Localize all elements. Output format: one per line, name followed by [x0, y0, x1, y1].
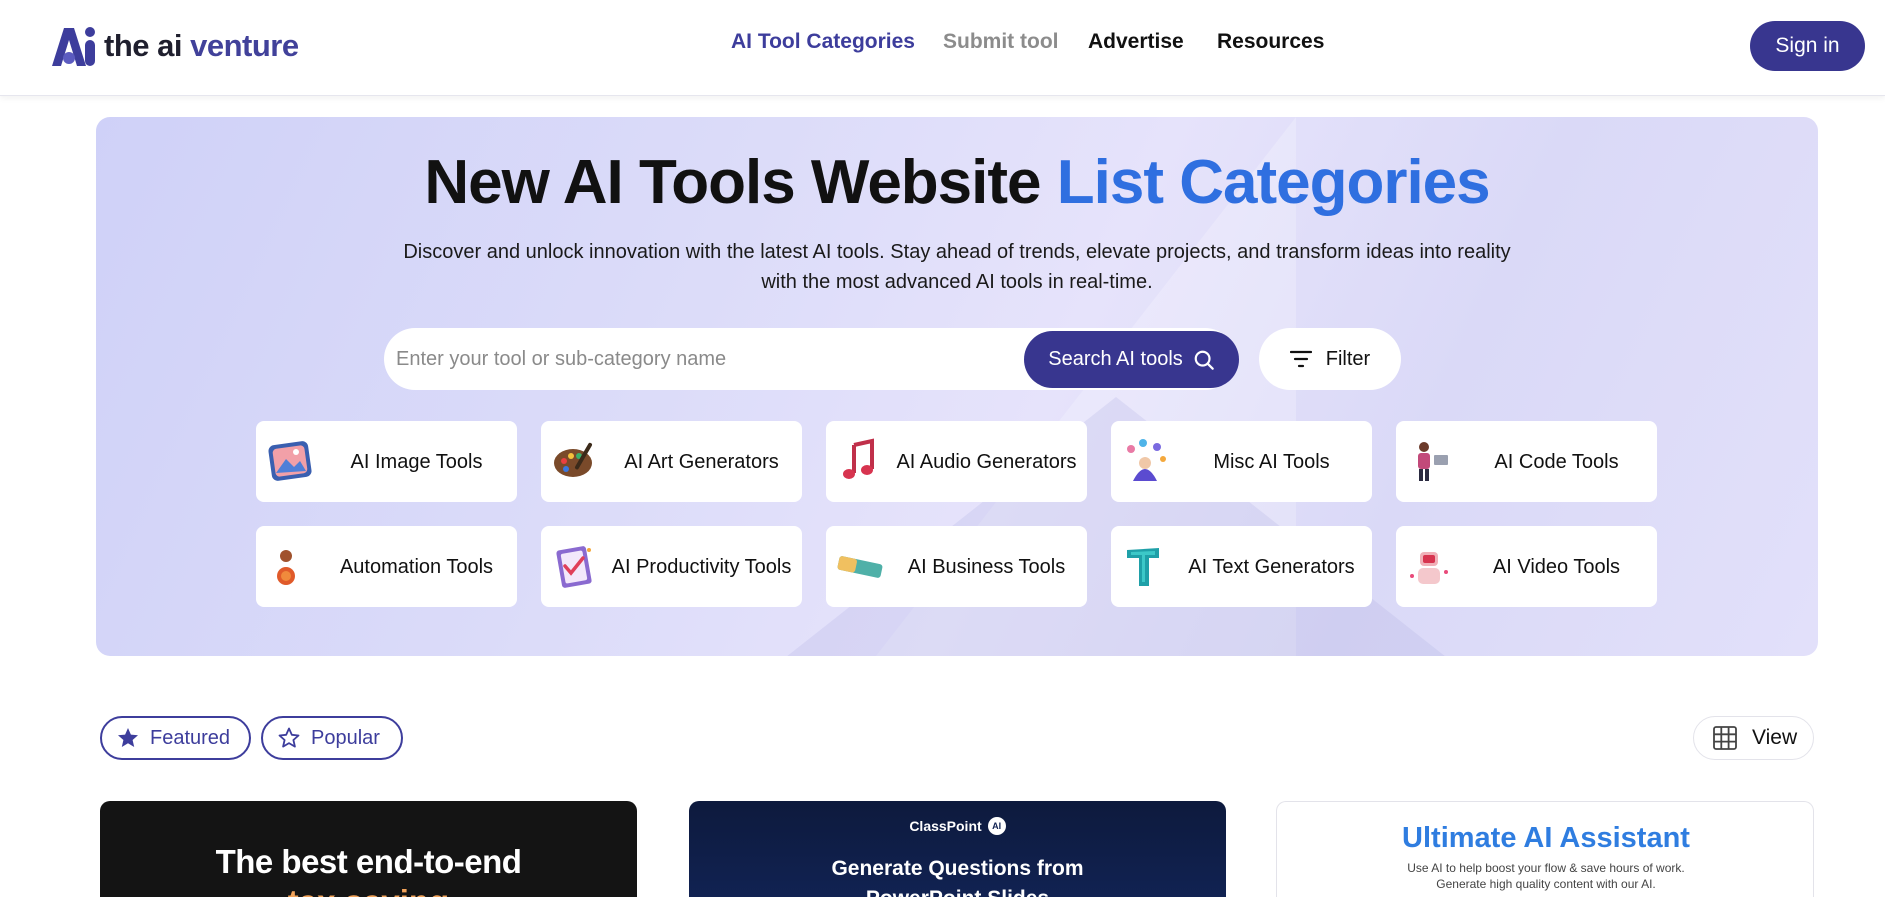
- nav-ai-tool-categories[interactable]: AI Tool Categories: [731, 30, 915, 62]
- category-label: Automation Tools: [339, 555, 494, 578]
- category-label: AI Business Tools: [907, 555, 1066, 578]
- category-card-ai-video-tools[interactable]: AI Video Tools: [1396, 526, 1657, 607]
- grid-icon: [1713, 726, 1737, 750]
- filter-icon: [1289, 350, 1312, 368]
- palette-icon: [554, 442, 592, 477]
- nav-advertise[interactable]: Advertise: [1088, 30, 1184, 62]
- tool-card-subline: Use AI to help boost your flow & save ho…: [1407, 861, 1685, 891]
- view-toggle-button[interactable]: View: [1693, 716, 1814, 760]
- star-filled-icon: [118, 728, 138, 747]
- category-card-ai-business-tools[interactable]: AI Business Tools: [826, 526, 1087, 607]
- music-note-icon: [843, 438, 874, 479]
- category-card-ai-art-generators[interactable]: AI Art Generators: [541, 421, 802, 502]
- tab-label: Popular: [311, 726, 380, 749]
- tab-label: Featured: [150, 726, 231, 749]
- search-button-label: Search AI tools: [1048, 348, 1183, 370]
- site-header: the ai venture AI Tool Categories Submit…: [0, 0, 1885, 96]
- tab-featured[interactable]: Featured: [100, 716, 251, 760]
- ai-badge: AI: [987, 817, 1006, 835]
- tool-card[interactable]: ClassPoint AI Generate Questions from Po…: [689, 801, 1226, 897]
- category-card-ai-code-tools[interactable]: AI Code Tools: [1396, 421, 1657, 502]
- tool-card-headline: Generate Questions from: [831, 857, 1084, 880]
- sign-in-button[interactable]: Sign in: [1750, 21, 1865, 71]
- category-card-automation-tools[interactable]: Automation Tools: [256, 526, 517, 607]
- category-card-misc-ai-tools[interactable]: Misc AI Tools: [1111, 421, 1372, 502]
- nav-resources[interactable]: Resources: [1217, 30, 1324, 62]
- video-icon: [1410, 552, 1448, 584]
- tool-card[interactable]: Ultimate AI Assistant Use AI to help boo…: [1276, 801, 1814, 897]
- site-logo[interactable]: the ai venture: [50, 24, 299, 68]
- tool-card[interactable]: The best end-to-end tax saving: [100, 801, 637, 897]
- category-label: Misc AI Tools: [1213, 450, 1330, 473]
- star-outline-icon: [278, 727, 300, 748]
- search-icon: [1194, 350, 1214, 370]
- category-label: AI Video Tools: [1492, 555, 1621, 578]
- category-grid: AI Image Tools AI Art Generators AI Audi…: [256, 421, 1657, 607]
- logo-mark-icon: [52, 27, 95, 66]
- image-icon: [268, 441, 312, 481]
- coder-icon: [1418, 442, 1448, 481]
- category-label: AI Art Generators: [624, 450, 779, 473]
- search-button[interactable]: Search AI tools: [1024, 331, 1239, 388]
- automation-icon: [277, 550, 295, 585]
- category-card-ai-productivity-tools[interactable]: AI Productivity Tools: [541, 526, 802, 607]
- category-label: AI Code Tools: [1494, 450, 1619, 473]
- hero-section: New AI Tools Website List Categories Dis…: [96, 117, 1818, 656]
- category-label: AI Image Tools: [350, 450, 483, 473]
- filter-button[interactable]: Filter: [1259, 328, 1401, 390]
- logo-text: the ai venture: [104, 28, 299, 63]
- tool-card-subline: PowerPoint Slides: [689, 885, 1226, 897]
- category-label: AI Text Generators: [1188, 555, 1355, 578]
- tab-popular[interactable]: Popular: [261, 716, 403, 760]
- hero-title: New AI Tools Website List Categories: [424, 148, 1490, 217]
- tool-card-brand: ClassPoint AI: [689, 817, 1226, 835]
- search-input[interactable]: [394, 328, 1014, 390]
- category-card-ai-audio-generators[interactable]: AI Audio Generators: [826, 421, 1087, 502]
- tool-card-headline: The best end-to-end: [215, 843, 522, 880]
- text-t-icon: [1127, 548, 1159, 586]
- category-label: AI Audio Generators: [896, 450, 1077, 473]
- category-label: AI Productivity Tools: [611, 555, 792, 578]
- category-card-ai-image-tools[interactable]: AI Image Tools: [256, 421, 517, 502]
- clipboard-icon: [556, 546, 592, 588]
- hero-description: Discover and unlock innovation with the …: [403, 241, 1511, 293]
- misc-icon: [1127, 439, 1166, 481]
- tool-card-headline: Ultimate AI Assistant: [1402, 822, 1690, 854]
- category-card-ai-text-generators[interactable]: AI Text Generators: [1111, 526, 1372, 607]
- search-bar: Search AI tools: [384, 328, 1239, 390]
- filter-label: Filter: [1325, 347, 1371, 370]
- nav-submit-tool[interactable]: Submit tool: [943, 30, 1058, 62]
- business-icon: [837, 556, 883, 578]
- view-label: View: [1752, 726, 1798, 749]
- tool-card-subline: tax saving: [100, 883, 637, 897]
